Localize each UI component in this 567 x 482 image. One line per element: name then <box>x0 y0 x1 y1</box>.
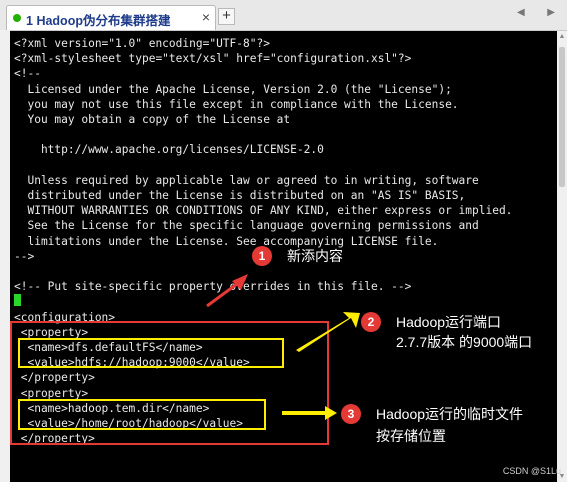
scroll-left-icon[interactable]: ◀ <box>517 7 525 23</box>
terminal-cursor <box>14 294 21 306</box>
step-badge-3: 3 <box>341 404 361 424</box>
terminal-line: http://www.apache.org/licenses/LICENSE-2… <box>14 143 324 157</box>
terminal-line: --> <box>14 249 35 263</box>
tab-number: 1 <box>26 14 33 28</box>
terminal-line: <!-- <box>14 67 41 81</box>
terminal-line: distributed under the License is distrib… <box>14 189 466 202</box>
note-tmp-line1: Hadoop运行的临时文件 <box>376 406 524 422</box>
note-port-line2: 2.7.7版本 的9000端口 <box>396 334 533 350</box>
terminal-line: <?xml version="1.0" encoding="UTF-8"?> <box>14 37 270 50</box>
terminal-line: <!-- Put site-specific property override… <box>14 280 412 294</box>
step-badge-2: 2 <box>361 312 381 332</box>
terminal-line: You may obtain a copy of the License at <box>14 113 291 126</box>
terminal-line: Unless required by applicable law or agr… <box>14 173 479 187</box>
connection-status-icon <box>13 14 21 22</box>
watermark: CSDN @S1Lu <box>502 466 561 476</box>
terminal-scrollbar[interactable]: ▲ ▼ <box>557 31 567 482</box>
tab-bar: 1 Hadoop伪分布集群搭建 × + ◀ ▶ <box>0 0 567 31</box>
scroll-up-icon[interactable]: ▲ <box>558 33 566 40</box>
terminal-line: limitations under the License. See accom… <box>14 234 439 248</box>
terminal-line: <?xml-stylesheet type="text/xsl" href="c… <box>14 52 412 66</box>
terminal-line: you may not use this file except in comp… <box>14 97 459 111</box>
step-badge-1: 1 <box>252 246 272 266</box>
terminal-line: WITHOUT WARRANTIES OR CONDITIONS OF ANY … <box>14 204 513 218</box>
note-new-content: 新添内容 <box>287 248 343 264</box>
tab-title: Hadoop伪分布集群搭建 <box>36 14 171 28</box>
terminal-line: Licensed under the Apache License, Versi… <box>14 82 452 96</box>
fs-default-highlight-box <box>18 338 284 368</box>
tab-scroll-arrows: ◀ ▶ <box>517 7 555 23</box>
session-tab[interactable]: 1 Hadoop伪分布集群搭建 × <box>6 5 216 30</box>
tab-label: 1 Hadoop伪分布集群搭建 <box>26 10 170 29</box>
note-tmp-line2: 按存储位置 <box>376 428 446 444</box>
terminal-line: See the License for the specific languag… <box>14 219 479 233</box>
note-port-line1: Hadoop运行端口 <box>396 314 502 330</box>
window-edge <box>0 30 10 482</box>
scroll-thumb[interactable] <box>559 47 565 187</box>
scroll-right-icon[interactable]: ▶ <box>547 7 555 23</box>
add-tab-icon[interactable]: + <box>218 8 235 25</box>
close-icon[interactable]: × <box>202 9 210 25</box>
tmp-dir-highlight-box <box>18 399 266 430</box>
